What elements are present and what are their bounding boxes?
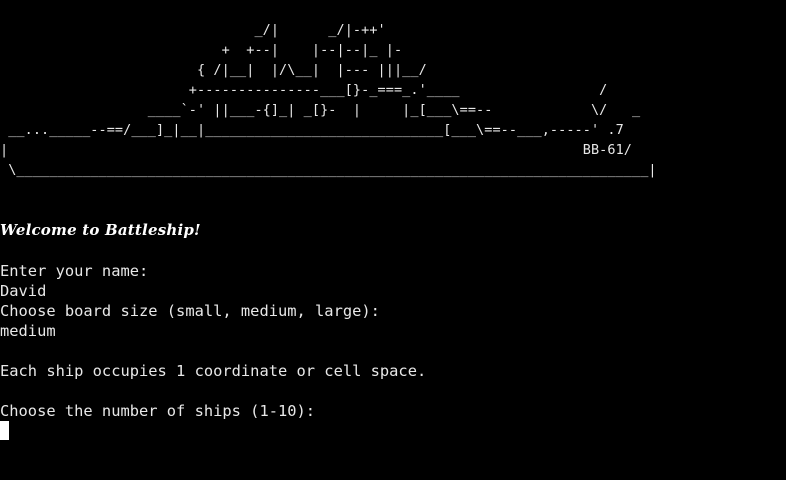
terminal-window[interactable]: _/| _/|-++' + +--| |--|--|_ |- { /|__| |…	[0, 0, 786, 480]
battleship-ascii-art: _/| _/|-++' + +--| |--|--|_ |- { /|__| |…	[0, 22, 657, 178]
ship-info-message: Each ship occupies 1 coordinate or cell …	[0, 362, 427, 380]
board-size-input-echo: medium	[0, 322, 56, 340]
name-prompt: Enter your name:	[0, 262, 149, 280]
board-size-prompt: Choose board size (small, medium, large)…	[0, 302, 380, 320]
name-input-echo: David	[0, 282, 47, 300]
ship-count-prompt: Choose the number of ships (1-10):	[0, 402, 316, 420]
welcome-message: Welcome to Battleship!	[0, 221, 201, 239]
input-cursor[interactable]	[0, 421, 9, 440]
